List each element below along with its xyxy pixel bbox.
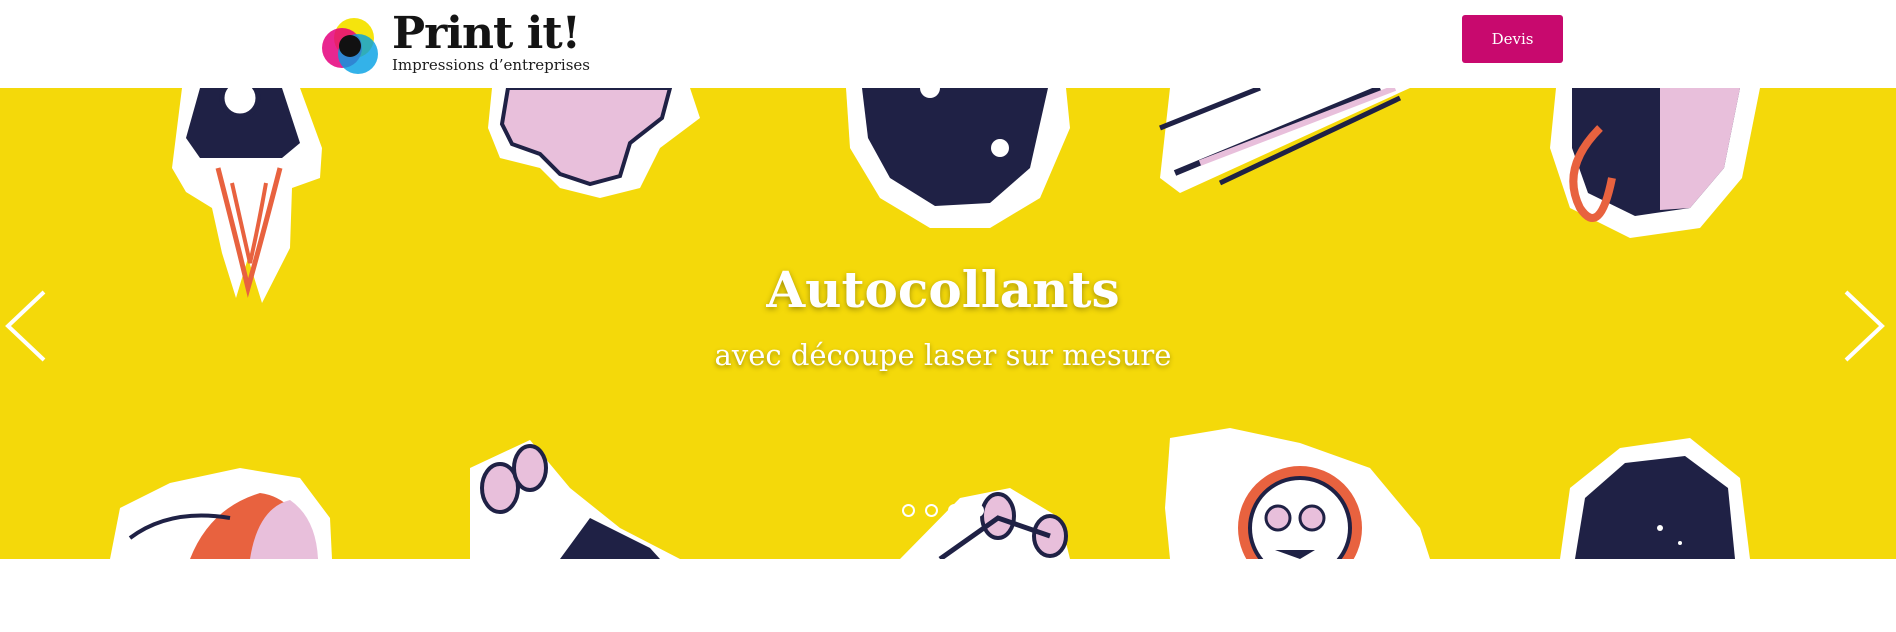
hero-subtitle: avec découpe laser sur mesure — [714, 338, 1172, 372]
carousel-prev-button[interactable] — [0, 284, 56, 368]
carousel-indicator-1[interactable] — [902, 504, 915, 517]
page: Print it! Impressions d’entreprises Devi… — [0, 0, 1896, 632]
brand-name: Print it! — [392, 8, 581, 59]
astronaut-helmet-sticker — [1550, 88, 1760, 238]
hero-title: Autocollants — [766, 260, 1120, 319]
carousel-indicator-4[interactable] — [971, 504, 984, 517]
sticker-background-illustration — [110, 88, 1760, 559]
navy-blob-sticker — [1560, 438, 1750, 559]
pink-hand-sticker — [488, 88, 700, 198]
chevron-left-icon — [5, 290, 46, 362]
coffee-beans-sticker — [470, 440, 680, 559]
content-area — [0, 559, 1896, 632]
brand-tagline: Impressions d’entreprises — [392, 56, 590, 74]
carousel-indicators — [902, 504, 984, 520]
hero-carousel: Autocollants avec découpe laser sur mesu… — [0, 88, 1896, 559]
cmyk-logo-icon — [322, 18, 378, 74]
chevron-right-icon — [1844, 290, 1885, 362]
sun-character-sticker — [1165, 428, 1430, 559]
site-header: Print it! Impressions d’entreprises Devi… — [0, 0, 1896, 88]
quote-button[interactable]: Devis — [1462, 15, 1563, 63]
carousel-indicator-3[interactable] — [948, 504, 961, 517]
carousel-next-button[interactable] — [1834, 284, 1890, 368]
carousel-indicator-2[interactable] — [925, 504, 938, 517]
helmet-sticker — [846, 88, 1070, 228]
dumbbell-sticker — [900, 488, 1070, 559]
streaks-sticker — [1159, 88, 1410, 193]
planet-sticker — [110, 468, 332, 559]
logo[interactable]: Print it! Impressions d’entreprises — [318, 8, 590, 78]
